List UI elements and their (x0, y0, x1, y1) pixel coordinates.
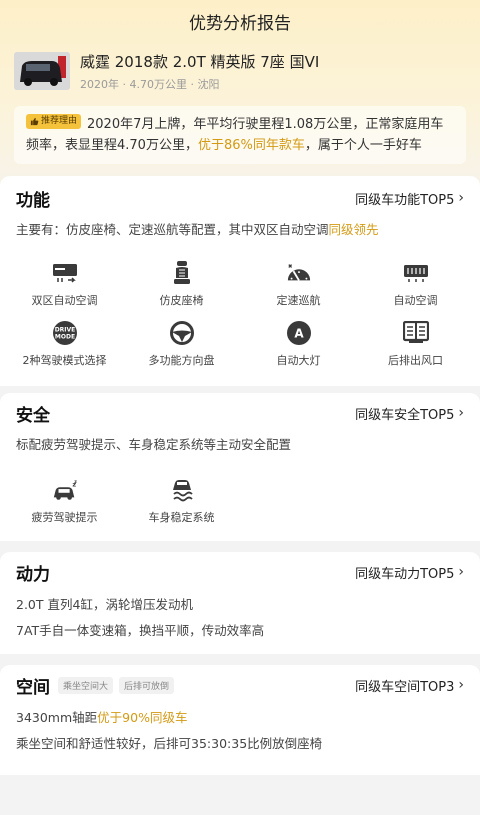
svg-text:z: z (74, 480, 77, 485)
feature-label: 疲劳驾驶提示 (31, 511, 98, 524)
function-top5-link[interactable]: 同级车功能TOP5 › (355, 189, 464, 208)
space-top3-link[interactable]: 同级车空间TOP3 › (355, 676, 464, 695)
feature-item[interactable]: A 自动大灯 (240, 320, 357, 380)
feature-label: 自动空调 (393, 294, 438, 307)
svg-text:MODE: MODE (54, 334, 74, 341)
power-card: 动力 同级车动力TOP5 › 2.0T 直列4缸，涡轮增压发动机 7AT手自一体… (0, 552, 480, 654)
chevron-right-icon: › (458, 677, 464, 693)
function-feature-grid: 双区自动空调 仿皮座椅 定速巡航 自动空调 DRIVE MODE 2种驾驶模式选择 (0, 260, 480, 380)
power-line-2: 7AT手自一体变速箱，换挡平顺，传动效率高 (16, 623, 265, 638)
safety-desc: 标配疲劳驾驶提示、车身稳定系统等主动安全配置 (16, 437, 292, 452)
space-chip: 后排可放倒 (119, 676, 175, 694)
thumbs-up-icon (30, 117, 39, 126)
ac-panel-icon (52, 260, 78, 286)
space-chip: 乘坐空间大 (58, 676, 114, 694)
recommend-tag-label: 推荐理由 (41, 116, 78, 126)
car-summary[interactable]: 威霆 2018款 2.0T 精英版 7座 国VI 2020年 · 4.70万公里… (14, 52, 466, 96)
svg-text:DRIVE: DRIVE (54, 327, 75, 334)
space-line-2: 乘坐空间和舒适性较好，后排可35:30:35比例放倒座椅 (16, 736, 323, 751)
function-title: 功能 (16, 190, 50, 211)
reason-text-b: ，属于个人一手好车 (304, 138, 422, 153)
headlight-icon: A (286, 320, 312, 346)
page-title-text: 优势分析报告 (189, 13, 291, 34)
safety-link-text: 同级车安全TOP5 (355, 407, 455, 423)
space-line-1: 3430mm轴距优于90%同级车 (0, 708, 480, 728)
car-image-icon (14, 52, 70, 90)
safety-title: 安全 (16, 405, 50, 426)
feature-item[interactable]: zz 疲劳驾驶提示 (6, 477, 123, 537)
space-card: 空间 乘坐空间大 后排可放倒 同级车空间TOP3 › 3430mm轴距优于90%… (0, 665, 480, 775)
space-link-text: 同级车空间TOP3 (355, 679, 455, 695)
chevron-right-icon: › (458, 405, 464, 421)
safety-top5-link[interactable]: 同级车安全TOP5 › (355, 404, 464, 423)
feature-label: 定速巡航 (276, 294, 321, 307)
function-link-text: 同级车功能TOP5 (355, 192, 455, 208)
feature-item[interactable]: 后排出风口 (357, 320, 474, 380)
function-desc: 主要有：仿皮座椅、定速巡航等配置，其中双区自动空调同级领先 (0, 220, 480, 240)
ac-vent-icon (403, 260, 429, 286)
feature-item[interactable]: 定速巡航 (240, 260, 357, 320)
car-thumbnail[interactable] (14, 52, 70, 90)
steering-wheel-icon (169, 320, 195, 346)
reason-highlight: 优于86%同年款车 (197, 138, 305, 153)
feature-label: 2种驾驶模式选择 (22, 354, 107, 367)
rear-vent-icon (402, 320, 429, 346)
feature-item[interactable]: 仿皮座椅 (123, 260, 240, 320)
stability-control-icon (169, 477, 195, 503)
function-desc-highlight: 同级领先 (328, 222, 379, 237)
drive-mode-icon: DRIVE MODE (52, 320, 78, 346)
space-line-1-text: 3430mm轴距 (16, 710, 98, 725)
chevron-right-icon: › (458, 190, 464, 206)
feature-label: 车身稳定系统 (148, 511, 215, 524)
power-title: 动力 (16, 564, 50, 585)
space-title: 空间 (16, 677, 50, 698)
feature-item[interactable]: 双区自动空调 (6, 260, 123, 320)
car-title: 威霆 2018款 2.0T 精英版 7座 国VI (80, 53, 320, 71)
power-line-1: 2.0T 直列4缸，涡轮增压发动机 (16, 597, 193, 612)
space-line-1-highlight: 优于90%同级车 (97, 710, 188, 725)
seat-icon (169, 260, 195, 286)
feature-label: 多功能方向盘 (148, 354, 215, 367)
svg-text:A: A (294, 327, 304, 341)
feature-item[interactable]: 多功能方向盘 (123, 320, 240, 380)
function-desc-text: 主要有：仿皮座椅、定速巡航等配置，其中双区自动空调 (16, 222, 329, 237)
space-title-row: 空间 乘坐空间大 后排可放倒 (16, 673, 175, 698)
feature-item[interactable]: DRIVE MODE 2种驾驶模式选择 (6, 320, 123, 380)
feature-label: 双区自动空调 (31, 294, 98, 307)
car-meta: 2020年 · 4.70万公里 · 沈阳 (80, 78, 220, 91)
feature-label: 后排出风口 (388, 354, 443, 367)
safety-card: 安全 同级车安全TOP5 › 标配疲劳驾驶提示、车身稳定系统等主动安全配置 zz… (0, 393, 480, 541)
page-title: 优势分析报告 (0, 0, 480, 42)
function-card: 功能 同级车功能TOP5 › 主要有：仿皮座椅、定速巡航等配置，其中双区自动空调… (0, 176, 480, 386)
fatigue-alert-icon: zz (52, 477, 78, 503)
power-top5-link[interactable]: 同级车动力TOP5 › (355, 563, 464, 582)
chevron-right-icon: › (458, 564, 464, 580)
feature-label: 自动大灯 (276, 354, 321, 367)
feature-item[interactable]: 车身稳定系统 (123, 477, 240, 537)
speedometer-icon (286, 260, 312, 286)
power-link-text: 同级车动力TOP5 (355, 566, 455, 582)
recommend-tag: 推荐理由 (26, 114, 82, 129)
feature-label: 仿皮座椅 (159, 294, 204, 307)
safety-feature-grid: zz 疲劳驾驶提示 车身稳定系统 (0, 477, 480, 537)
feature-item[interactable]: 自动空调 (357, 260, 474, 320)
recommend-reason: 推荐理由 2020年7月上牌，年平均行驶里程1.08万公里，正常家庭用车频率，表… (14, 106, 466, 164)
